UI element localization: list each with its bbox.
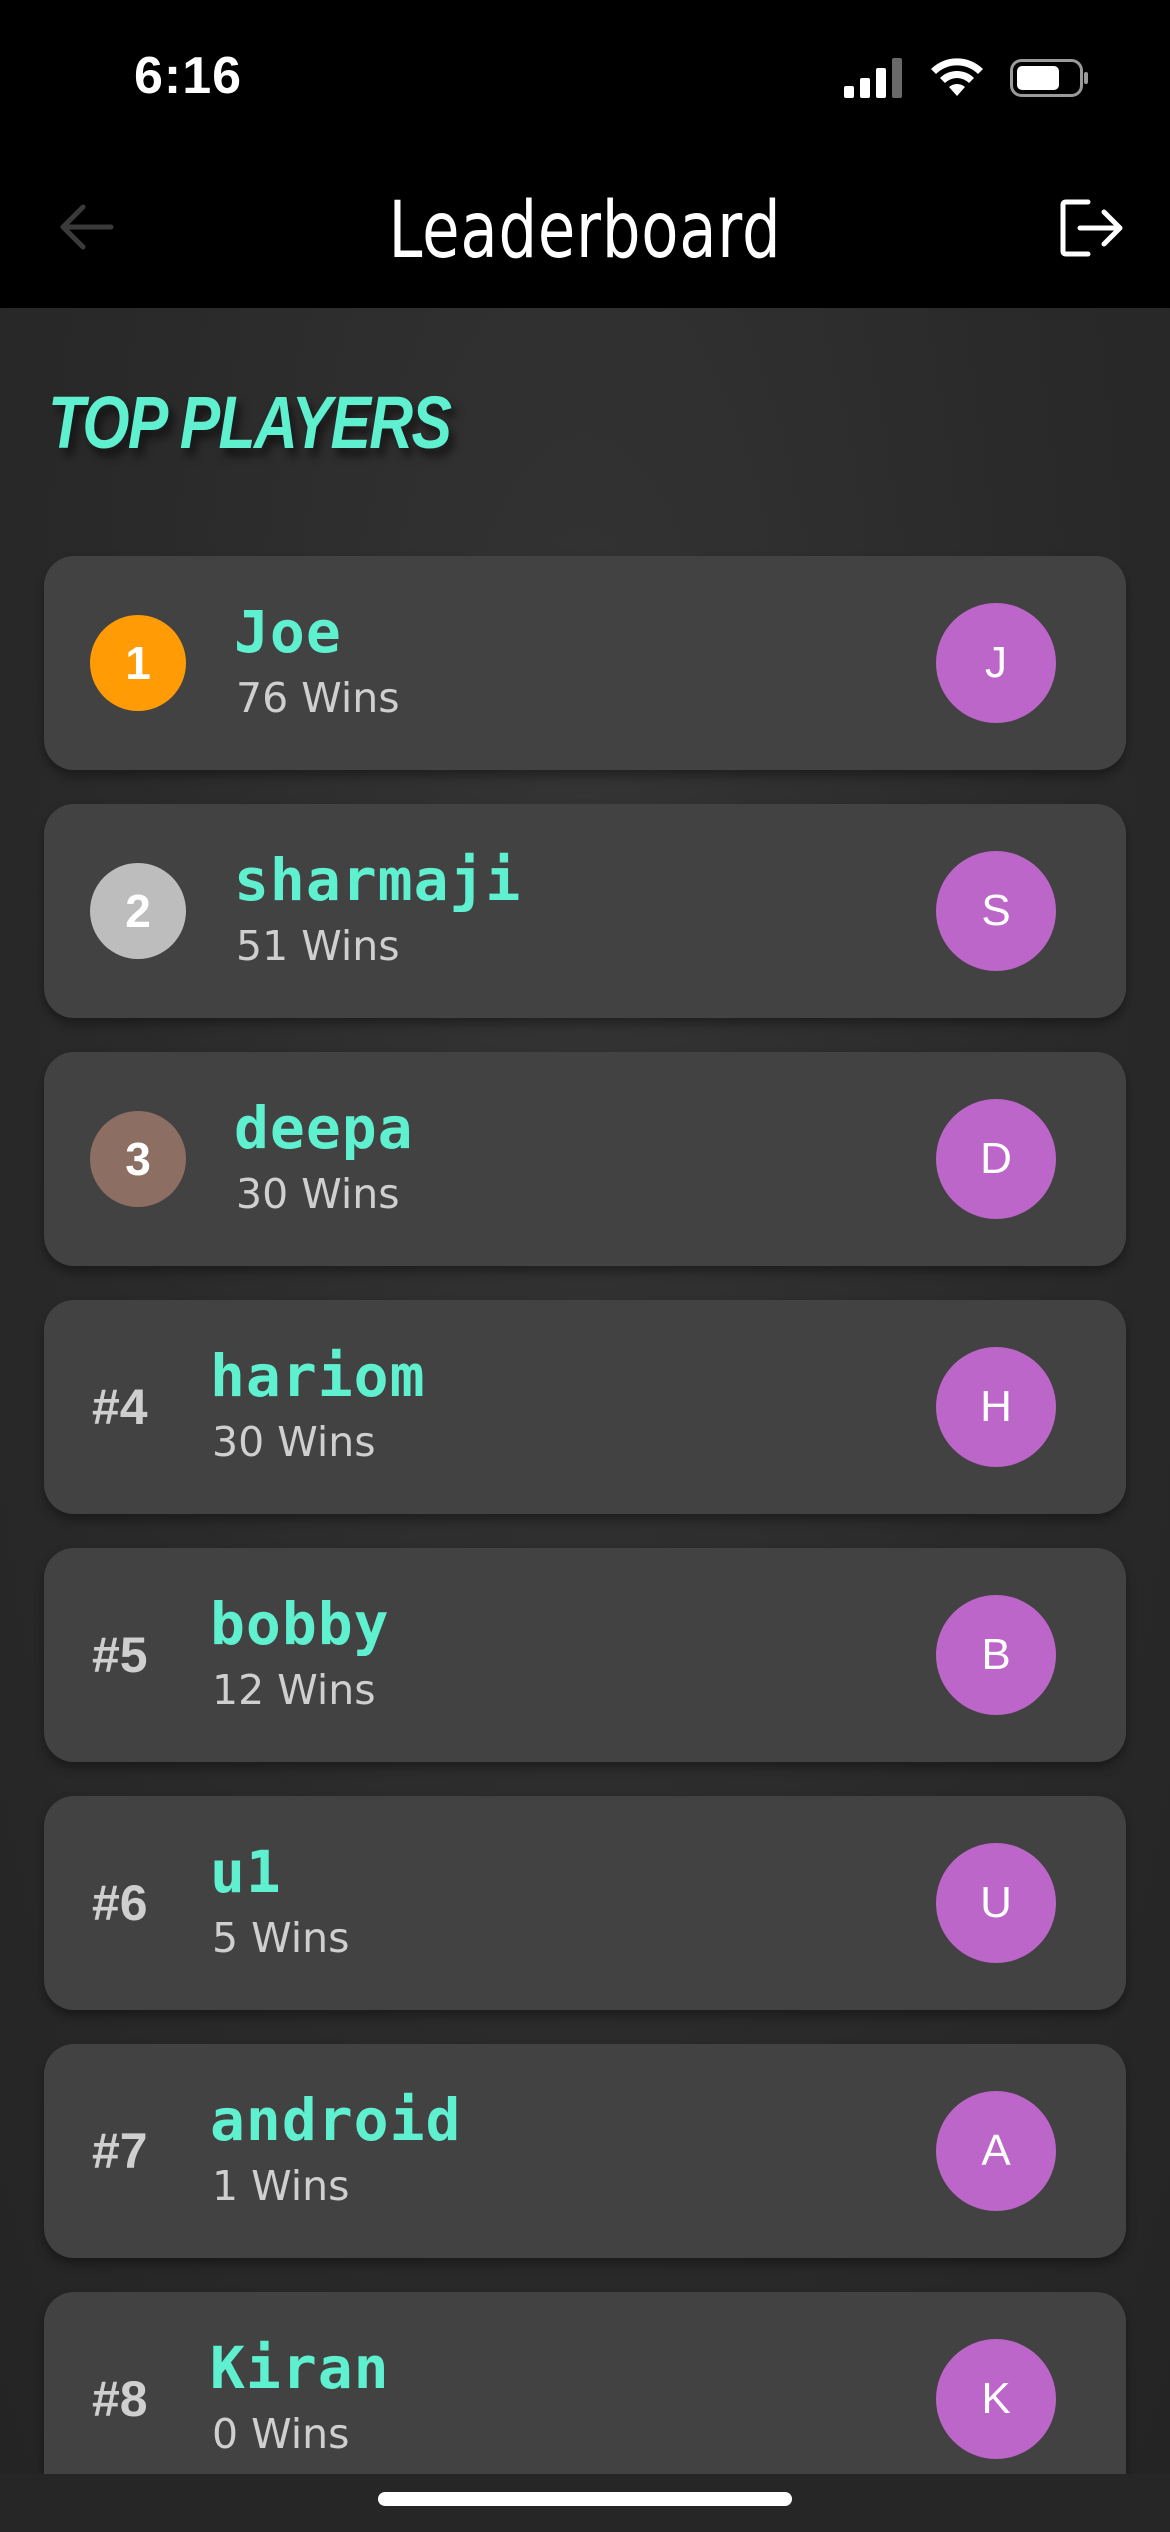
player-name: Kiran: [210, 2334, 390, 2402]
wifi-icon: [931, 58, 983, 96]
avatar: H: [936, 1347, 1056, 1467]
nav-bar: Leaderboard: [0, 150, 1170, 308]
avatar: K: [936, 2339, 1056, 2459]
avatar: A: [936, 2091, 1056, 2211]
player-wins: 76 Wins: [236, 674, 400, 722]
player-wins: 5 Wins: [212, 1914, 350, 1962]
avatar: U: [936, 1843, 1056, 1963]
player-card[interactable]: #6 u1 5 Wins U: [44, 1796, 1126, 2010]
logout-button[interactable]: [1052, 188, 1132, 268]
back-button[interactable]: [52, 192, 122, 262]
status-bar: 6:16: [0, 0, 1170, 150]
player-wins: 1 Wins: [212, 2162, 350, 2210]
player-name: bobby: [210, 1590, 390, 1658]
player-name: sharmaji: [234, 846, 522, 914]
rank-label: #6: [92, 1875, 148, 1931]
home-indicator[interactable]: [378, 2492, 792, 2506]
player-card[interactable]: 2 sharmaji 51 Wins S: [44, 804, 1126, 1018]
player-card[interactable]: #4 hariom 30 Wins H: [44, 1300, 1126, 1514]
player-name: Joe: [234, 598, 342, 666]
player-wins: 0 Wins: [212, 2410, 350, 2458]
status-icons: [844, 54, 1090, 102]
logout-icon: [1060, 199, 1123, 257]
page-title: Leaderboard: [388, 186, 782, 276]
bronze-medal-badge: 3: [90, 1111, 186, 1207]
player-wins: 51 Wins: [236, 922, 400, 970]
signal-icon: [844, 58, 902, 98]
player-wins: 30 Wins: [212, 1418, 376, 1466]
leaderboard-content: TOP PLAYERS 1 Joe 76 Wins J 2 sharmaji 5…: [0, 308, 1170, 2532]
section-title: TOP PLAYERS: [48, 381, 452, 464]
avatar: D: [936, 1099, 1056, 1219]
battery-icon: [1010, 59, 1088, 97]
avatar: S: [936, 851, 1056, 971]
gold-medal-badge: 1: [90, 615, 186, 711]
status-time: 6:16: [134, 47, 243, 105]
silver-medal-badge: 2: [90, 863, 186, 959]
player-wins: 12 Wins: [212, 1666, 376, 1714]
players-list: 1 Joe 76 Wins J 2 sharmaji 51 Wins S 3 d…: [44, 556, 1126, 2532]
avatar: J: [936, 603, 1056, 723]
rank-label: #8: [92, 2371, 148, 2427]
back-arrow-icon: [60, 204, 114, 250]
player-wins: 30 Wins: [236, 1170, 400, 1218]
player-card[interactable]: 1 Joe 76 Wins J: [44, 556, 1126, 770]
player-card[interactable]: #5 bobby 12 Wins B: [44, 1548, 1126, 1762]
rank-label: #4: [92, 1379, 148, 1435]
rank-label: #7: [92, 2123, 148, 2179]
player-name: android: [210, 2086, 462, 2154]
player-name: u1: [210, 1838, 282, 1906]
player-name: hariom: [210, 1342, 426, 1410]
rank-label: #5: [92, 1627, 148, 1683]
player-card[interactable]: #7 android 1 Wins A: [44, 2044, 1126, 2258]
avatar: B: [936, 1595, 1056, 1715]
player-name: deepa: [234, 1094, 414, 1162]
player-card[interactable]: 3 deepa 30 Wins D: [44, 1052, 1126, 1266]
